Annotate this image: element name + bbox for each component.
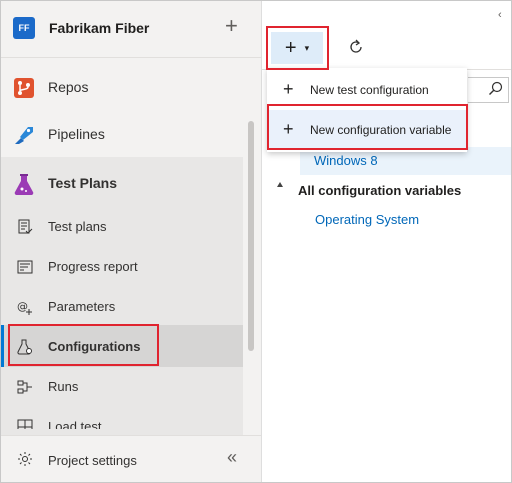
plus-icon: + [283, 79, 294, 99]
organization-header: FF Fabrikam Fiber + [1, 1, 261, 57]
sidebar-item-label: Runs [48, 379, 79, 394]
sidebar-item-label: Test Plans [48, 175, 117, 191]
runs-icon [17, 379, 33, 395]
repos-icon [13, 77, 35, 99]
progress-report-icon [17, 259, 33, 275]
new-project-button[interactable]: + [225, 14, 238, 38]
highlight-configurations [8, 324, 159, 366]
collapse-group-icon[interactable] [277, 182, 283, 187]
sidebar-item-load-test[interactable]: Load test [1, 407, 243, 429]
sidebar-item-label: Progress report [48, 259, 138, 274]
gear-icon [17, 451, 33, 467]
svg-text:@: @ [17, 300, 28, 313]
project-settings-link[interactable]: Project settings [48, 453, 137, 468]
sidebar-item-test-plans-list[interactable]: Test plans [1, 207, 243, 247]
menu-item-label: New test configuration [310, 83, 429, 97]
sidebar-item-label: Load test [48, 419, 102, 429]
sidebar-item-label: Parameters [48, 299, 116, 314]
configuration-item[interactable]: Windows 8 [314, 153, 378, 168]
test-plans-list-icon [17, 219, 33, 235]
configuration-variable-item[interactable]: Operating System [315, 212, 419, 227]
load-test-icon [17, 419, 33, 429]
group-title[interactable]: All configuration variables [298, 183, 461, 198]
test-plans-icon [13, 173, 35, 195]
sidebar: FF Fabrikam Fiber + Repos Pipelines Test… [1, 1, 262, 482]
sidebar-item-repos[interactable]: Repos [1, 67, 243, 107]
sidebar-footer: Project settings « [1, 435, 261, 483]
pipelines-icon [13, 124, 35, 146]
sidebar-item-label: Pipelines [48, 126, 105, 142]
collapse-sidebar-icon[interactable]: « [227, 447, 237, 468]
sidebar-item-load-test-clip: Load test [1, 407, 243, 429]
sidebar-item-label: Repos [48, 79, 89, 95]
sidebar-item-pipelines[interactable]: Pipelines [1, 114, 243, 154]
sidebar-item-parameters[interactable]: @ Parameters [1, 287, 243, 327]
divider [1, 57, 261, 58]
highlight-add-button [266, 26, 329, 70]
organization-name[interactable]: Fabrikam Fiber [49, 20, 149, 36]
chevron-left-icon[interactable]: ‹ [498, 9, 502, 21]
sidebar-item-test-plans[interactable]: Test Plans [1, 163, 243, 203]
parameters-icon: @ [17, 299, 33, 315]
sidebar-item-label: Test plans [48, 219, 107, 234]
highlight-new-configuration-variable [267, 104, 468, 150]
configurations-panel: ‹ + ▾ Windows 8 All configuration variab… [262, 1, 511, 482]
sidebar-item-runs[interactable]: Runs [1, 367, 243, 407]
sidebar-scrollbar[interactable] [248, 121, 254, 351]
sidebar-item-progress-report[interactable]: Progress report [1, 247, 243, 287]
refresh-icon[interactable] [346, 37, 366, 57]
search-icon[interactable] [488, 81, 504, 97]
organization-logo[interactable]: FF [13, 17, 35, 39]
